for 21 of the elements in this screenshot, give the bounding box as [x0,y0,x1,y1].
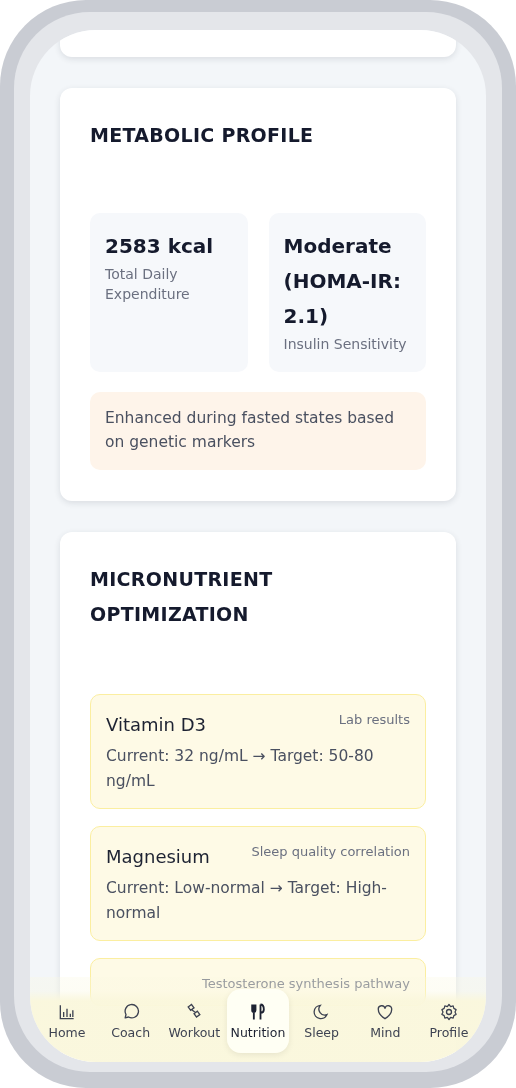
card-title: METABOLIC PROFILE [90,123,315,148]
bar-chart-icon [57,1002,77,1022]
settings-icon [438,1002,459,1022]
nutrient-name: Vitamin D3 [106,713,206,737]
nav-tab[interactable]: Coach [99,989,162,1053]
source-label: Testosterone synthesis pathway [202,975,410,991]
target-text: Current: Low-normal → Target: High-normal [106,878,388,924]
nav-tab[interactable]: Home [36,989,98,1053]
nav-tab[interactable]: Profile [417,989,480,1053]
card-title: MICRONUTRIENT OPTIMIZATION [90,567,274,627]
stat-label: Total Daily Expenditure [105,265,191,304]
nav-tab[interactable]: Workout [163,989,226,1053]
nav-tab[interactable]: Nutrition [226,989,289,1053]
stat-value: 2583 kcal [105,233,215,260]
info-note: Enhanced during fasted states based on genetic markers [90,392,426,470]
source-label: Sleep quality correlation [251,843,410,859]
target-text: Current: 32 ng/mL → Target: 50-80 ng/mL [106,746,375,792]
nutrient-name: Magnesium [106,845,210,869]
stat-value: Moderate (HOMA-IR: 2.1) [283,233,402,330]
stat-label: Insulin Sensitivity [283,335,408,354]
source-label: Lab results [338,711,410,727]
